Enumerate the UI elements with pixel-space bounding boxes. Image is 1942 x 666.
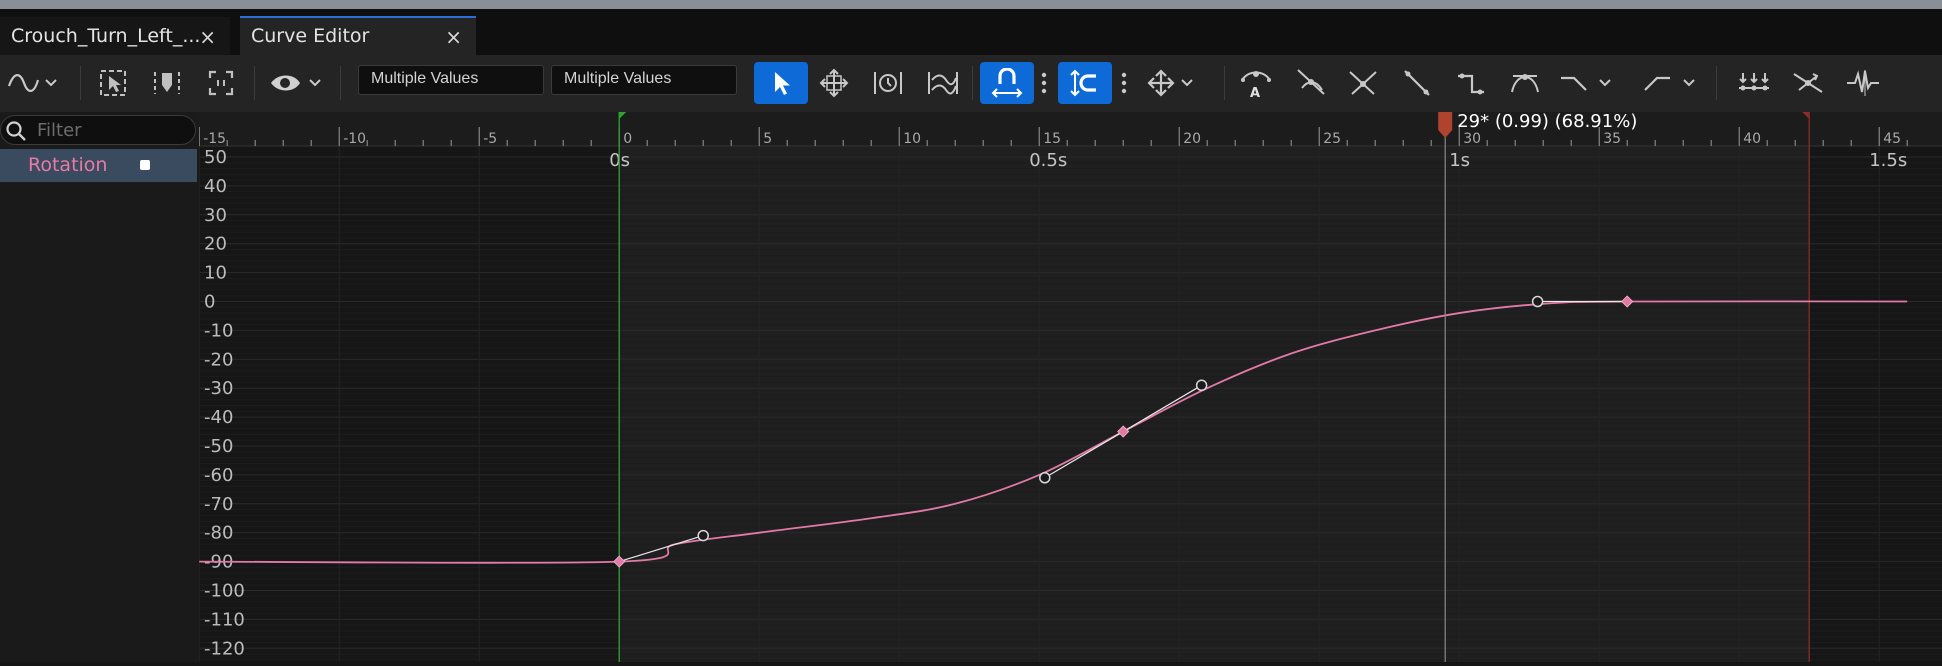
tangent-handle[interactable] <box>1531 295 1544 308</box>
close-icon[interactable]: × <box>445 25 462 49</box>
tab-bar: Crouch_Turn_Left_... × Curve Editor × <box>0 9 1942 55</box>
ruler-label: -5 <box>483 131 497 147</box>
curve-tree-panel: Filter Rotation <box>0 112 199 662</box>
post-infinity-icon[interactable] <box>1640 62 1700 104</box>
snap-value-options-icon[interactable] <box>1116 62 1132 104</box>
tangent-break-icon[interactable] <box>1342 62 1384 104</box>
flatten-icon[interactable] <box>1732 62 1776 104</box>
y-axis-label: 0 <box>204 292 215 313</box>
tab-crouch-turn-left[interactable]: Crouch_Turn_Left_... × <box>0 17 230 55</box>
tangent-auto-icon[interactable]: A <box>1234 62 1278 104</box>
ruler-label: 10 <box>903 131 921 147</box>
ruler-label: -10 <box>343 131 366 147</box>
time-label: 0.5s <box>1029 150 1067 171</box>
y-axis-label: -110 <box>204 609 245 630</box>
search-icon <box>6 121 26 141</box>
y-axis-label: 30 <box>204 205 227 226</box>
tangent-handle[interactable] <box>1039 472 1051 484</box>
snap-value-icon[interactable] <box>1058 62 1112 104</box>
ruler-label: 0 <box>623 131 632 147</box>
tree-item-rotation[interactable]: Rotation <box>0 149 197 182</box>
y-axis-label: 10 <box>204 263 227 284</box>
y-axis-label: -40 <box>204 407 233 428</box>
curve-editor-toolbar: Multiple Values Multiple Values A <box>0 55 1942 112</box>
transform-box-icon[interactable] <box>202 62 240 104</box>
curve-graph-canvas[interactable]: -15 -10 -5 0 5 10 15 20 25 30 35 40 45 50403020100-1… <box>198 111 1942 666</box>
retime-icon[interactable] <box>148 62 186 104</box>
time-label: 1.5s <box>1869 150 1907 171</box>
y-axis-label: -120 <box>204 638 245 659</box>
y-axis-label: -50 <box>204 436 233 457</box>
select-keys-icon[interactable] <box>94 62 132 104</box>
ruler-label: 45 <box>1883 131 1901 147</box>
tangent-linear-icon[interactable] <box>1396 62 1438 104</box>
y-axis-label: -30 <box>204 378 233 399</box>
ruler-label: 15 <box>1043 131 1061 147</box>
tab-label: Curve Editor <box>251 25 370 47</box>
y-axis-label: -10 <box>204 320 233 341</box>
tangent-handle[interactable] <box>697 529 709 542</box>
y-axis-label: 20 <box>204 234 227 255</box>
y-axis-label: -100 <box>204 581 245 602</box>
select-arrow-icon[interactable] <box>754 62 808 104</box>
playhead-label: 29* (0.99) (68.91%) <box>1457 112 1637 132</box>
filter-placeholder: Filter <box>37 120 82 141</box>
tangent-weighted-icon[interactable] <box>1504 62 1546 104</box>
ruler-label: -15 <box>203 131 226 147</box>
snap-time-icon[interactable] <box>980 62 1034 104</box>
frame-all-icon[interactable] <box>814 62 854 104</box>
tangent-constant-icon[interactable] <box>1450 62 1492 104</box>
curve-view-icon[interactable] <box>4 62 60 104</box>
normalize-icon[interactable] <box>922 62 964 104</box>
key-value-field[interactable]: Multiple Values <box>551 65 737 95</box>
tangent-user-icon[interactable] <box>1290 62 1332 104</box>
snap-time-options-icon[interactable] <box>1036 62 1052 104</box>
straighten-icon[interactable] <box>1786 62 1830 104</box>
y-axis-label: -70 <box>204 494 233 515</box>
ruler-label: 20 <box>1183 131 1201 147</box>
tree-item-label: Rotation <box>28 154 108 176</box>
y-axis-label: 50 <box>204 147 227 168</box>
y-axis-label: -60 <box>204 465 233 486</box>
y-axis-label: -80 <box>204 523 233 544</box>
frame-time-icon[interactable] <box>868 62 908 104</box>
ruler-label: 35 <box>1603 131 1621 147</box>
time-label: 1s <box>1449 150 1470 171</box>
filter-input[interactable]: Filter <box>0 115 196 145</box>
y-axis-label: -20 <box>204 349 233 370</box>
frame-value-field[interactable]: Multiple Values <box>358 65 544 95</box>
curve-graph[interactable]: -15 -10 -5 0 5 10 15 20 25 30 35 40 45 50 40 30 20 10 0 -1… <box>198 111 1942 666</box>
ruler-label: 30 <box>1463 131 1481 147</box>
tab-label: Crouch_Turn_Left_... <box>11 25 201 47</box>
y-axis-label: 40 <box>204 176 227 197</box>
svg-text:A: A <box>1250 86 1260 100</box>
window-top-strip <box>0 0 1942 9</box>
close-icon[interactable]: × <box>199 25 216 49</box>
frame-ruler[interactable] <box>199 112 1942 146</box>
visibility-icon[interactable] <box>266 62 326 104</box>
ruler-label: 40 <box>1743 131 1761 147</box>
transform-move-icon[interactable] <box>1144 62 1198 104</box>
tangent-handle[interactable] <box>1195 379 1208 392</box>
ruler-label: 25 <box>1323 131 1341 147</box>
filter-icon[interactable] <box>1840 62 1886 104</box>
curve-color-swatch <box>140 160 150 170</box>
ruler-label: 5 <box>763 131 772 147</box>
tab-curve-editor[interactable]: Curve Editor × <box>240 16 476 55</box>
pre-infinity-icon[interactable] <box>1556 62 1616 104</box>
